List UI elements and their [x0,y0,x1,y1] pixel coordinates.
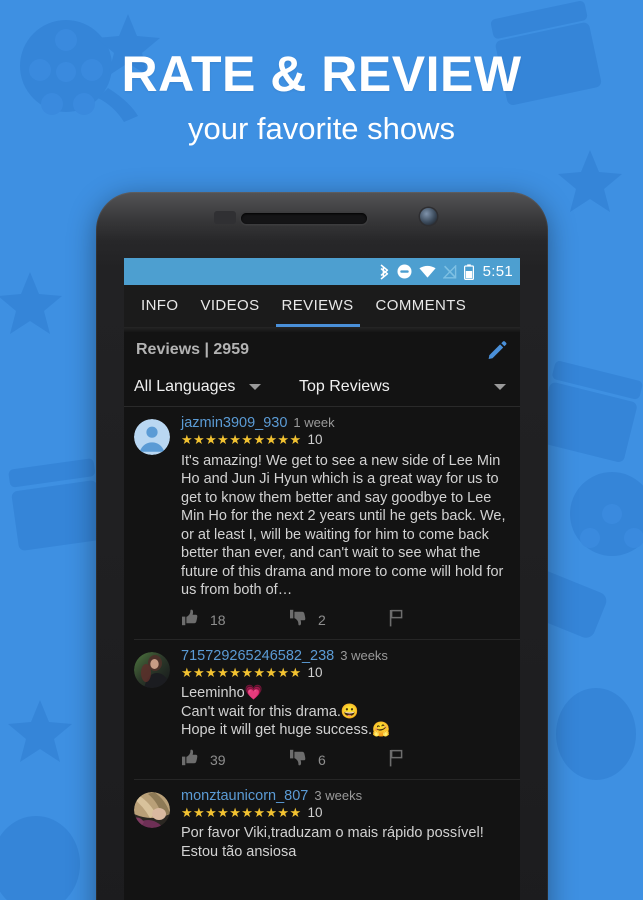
phone-front-camera [420,208,437,225]
promo-text-block: RATE & REVIEW your favorite shows [0,48,643,147]
review-header: jazmin3909_930 1 week [181,415,510,431]
review-list: jazmin3909_930 1 week ★★★★★★★★★★ 10 It's… [124,407,520,862]
dislike-count: 2 [318,612,326,629]
tab-reviews[interactable]: REVIEWS [271,285,365,327]
tab-comments[interactable]: COMMENTS [365,285,478,327]
star-rating-icons: ★★★★★★★★★★ [181,804,302,820]
do-not-disturb-icon [397,264,412,279]
review-item[interactable]: monztaunicorn_807 3 weeks ★★★★★★★★★★ 10 … [124,780,520,862]
tab-bar: INFO VIDEOS REVIEWS COMMENTS [124,285,520,327]
review-rating: ★★★★★★★★★★ 10 [181,805,510,821]
bluetooth-icon [379,263,390,280]
review-item[interactable]: 715729265246582_238 3 weeks ★★★★★★★★★★ 1… [124,640,520,779]
photo-avatar-green [134,651,170,688]
review-item[interactable]: jazmin3909_930 1 week ★★★★★★★★★★ 10 It's… [124,407,520,639]
sort-filter-label: Top Reviews [299,378,390,395]
status-bar-clock: 5:51 [482,263,513,280]
star-rating-icons: ★★★★★★★★★★ [181,664,302,680]
review-actions: 39 6 [181,749,510,779]
signal-off-icon [442,264,457,279]
review-score: 10 [307,432,323,448]
phone-bezel-highlight [96,192,548,262]
wifi-icon [418,265,436,278]
review-content: jazmin3909_930 1 week ★★★★★★★★★★ 10 It's… [170,415,510,639]
like-count: 39 [210,752,226,769]
phone-earpiece-speaker [241,213,367,224]
review-username[interactable]: 715729265246582_238 [181,648,334,664]
promo-title: RATE & REVIEW [121,46,522,102]
thumbs-up-icon[interactable] [181,749,198,771]
default-person-avatar [134,419,170,455]
flag-icon[interactable] [389,609,404,632]
thumbs-up-icon[interactable] [181,609,198,631]
dislike-action[interactable]: 6 [289,749,389,771]
flag-icon[interactable] [389,749,404,772]
battery-icon [463,263,474,280]
reviews-header: Reviews | 2959 [124,332,520,368]
chevron-down-icon [494,384,506,390]
review-header: 715729265246582_238 3 weeks [181,648,510,664]
review-header: monztaunicorn_807 3 weeks [181,788,510,804]
chevron-down-icon [249,384,262,390]
tab-info[interactable]: INFO [130,285,189,327]
review-score: 10 [307,664,323,680]
phone-proximity-sensor [214,211,236,224]
flag-action[interactable] [389,749,404,772]
flag-action[interactable] [389,609,404,632]
phone-screen: 5:51 INFO VIDEOS REVIEWS COMMENTS Review… [124,258,520,900]
review-timestamp: 3 weeks [340,647,388,663]
language-filter-dropdown[interactable]: All Languages [134,378,299,396]
promo-subtitle: your favorite shows [187,110,456,146]
like-action[interactable]: 39 [181,749,289,771]
review-content: monztaunicorn_807 3 weeks ★★★★★★★★★★ 10 … [170,788,510,862]
review-rating: ★★★★★★★★★★ 10 [181,432,510,448]
star-rating-icons: ★★★★★★★★★★ [181,432,302,447]
phone-mockup: 5:51 INFO VIDEOS REVIEWS COMMENTS Review… [96,192,548,900]
like-count: 18 [210,612,226,629]
like-action[interactable]: 18 [181,609,289,631]
sort-filter-dropdown[interactable]: Top Reviews [299,378,510,396]
photo-avatar-blonde [134,791,170,828]
review-content: 715729265246582_238 3 weeks ★★★★★★★★★★ 1… [170,648,510,779]
thumbs-down-icon[interactable] [289,609,306,631]
review-text: Leeminho💗 Can't wait for this drama.😀 Ho… [181,685,391,739]
reviews-count-title: Reviews | 2959 [136,341,249,358]
language-filter-label: All Languages [134,378,236,395]
review-username[interactable]: jazmin3909_930 [181,415,287,431]
filter-row: All Languages Top Reviews [124,368,520,406]
pencil-icon[interactable] [486,339,508,361]
thumbs-down-icon[interactable] [289,749,306,771]
dislike-count: 6 [318,752,326,769]
review-rating: ★★★★★★★★★★ 10 [181,665,510,681]
review-score: 10 [307,804,323,820]
review-timestamp: 1 week [293,415,335,430]
review-text: It's amazing! We get to see a new side o… [181,452,506,599]
review-timestamp: 3 weeks [314,787,363,803]
review-actions: 18 2 [181,609,510,639]
tab-videos[interactable]: VIDEOS [189,285,270,327]
status-bar: 5:51 [124,258,520,285]
dislike-action[interactable]: 2 [289,609,389,631]
review-text: Por favor Viki,traduzam o mais rápido po… [181,825,484,860]
review-username[interactable]: monztaunicorn_807 [181,788,308,804]
